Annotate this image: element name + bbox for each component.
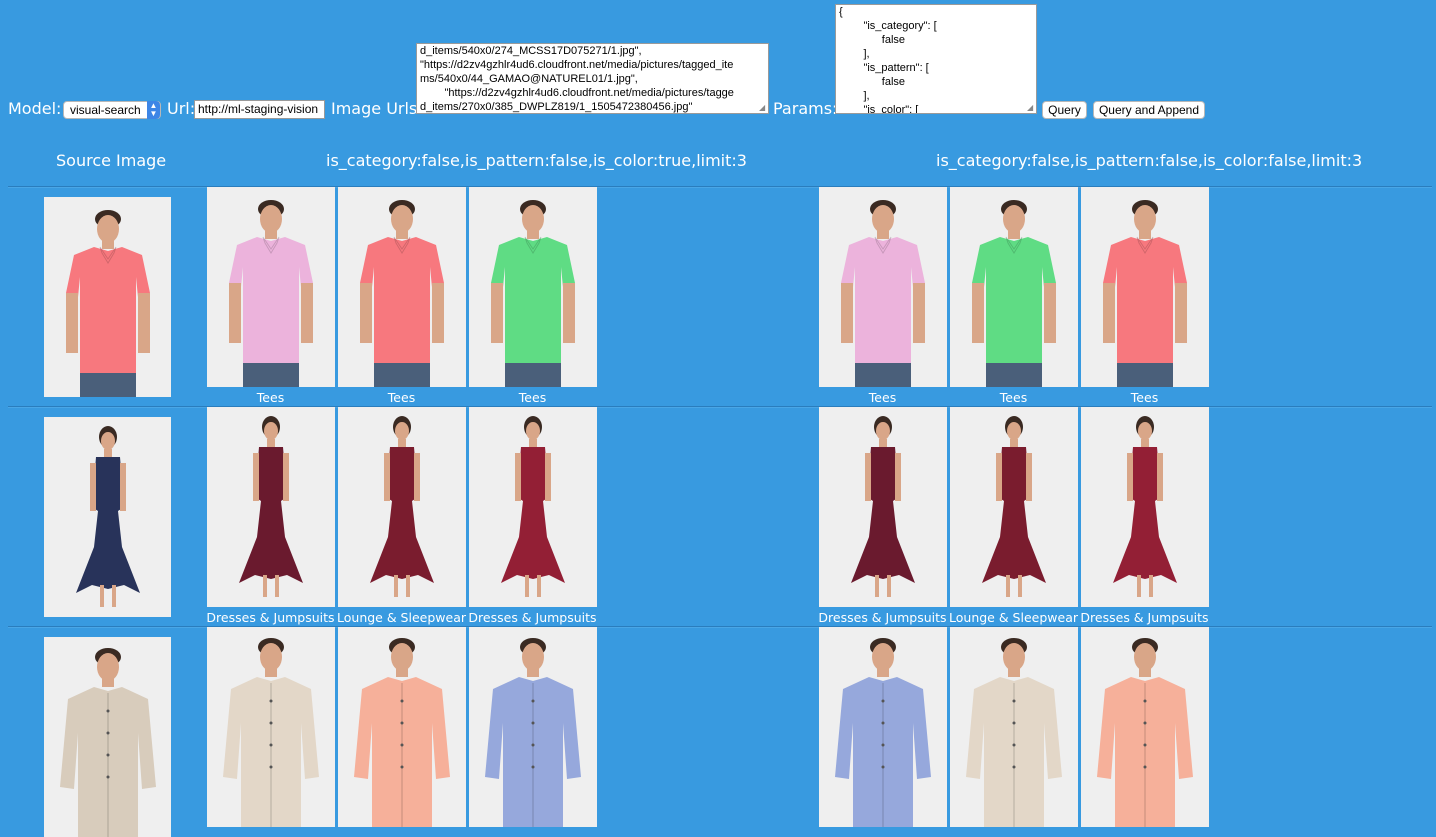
- result-category-label: Dresses & Jumpsuits: [818, 610, 947, 625]
- params-textarea[interactable]: { "is_category": [ false ], "is_pattern"…: [835, 4, 1037, 114]
- source-image: [44, 417, 171, 617]
- chevron-updown-icon: ▲ ▼: [147, 101, 160, 119]
- result-image[interactable]: [950, 627, 1078, 827]
- model-select[interactable]: visual-search ▲ ▼: [63, 101, 161, 119]
- source-image: [44, 197, 171, 397]
- result-category-label: Tees: [387, 390, 416, 405]
- source-image: [44, 637, 171, 837]
- result-image[interactable]: [207, 627, 335, 827]
- result-image[interactable]: [207, 407, 335, 607]
- image-urls-text: d_items/540x0/274_MCSS17D075271/1.jpg", …: [420, 45, 734, 113]
- result-image[interactable]: [950, 407, 1078, 607]
- params-text: { "is_category": [ false ], "is_pattern"…: [839, 6, 937, 114]
- result-image[interactable]: [819, 627, 947, 827]
- result-image[interactable]: [338, 627, 466, 827]
- result-image[interactable]: [1081, 627, 1209, 827]
- result-category-label: Dresses & Jumpsuits: [206, 610, 335, 625]
- column-1-header: is_category:false,is_pattern:false,is_co…: [326, 151, 747, 170]
- result-image[interactable]: [1081, 187, 1209, 387]
- result-image[interactable]: [207, 187, 335, 387]
- model-label: Model:: [8, 99, 62, 118]
- url-input[interactable]: http://ml-staging-vision: [194, 100, 325, 119]
- result-category-label: Tees: [256, 390, 285, 405]
- result-image[interactable]: [338, 407, 466, 607]
- params-label: Params:: [773, 99, 838, 118]
- resize-handle-icon[interactable]: ◢: [759, 104, 767, 112]
- result-category-label: Lounge & Sleepwear: [949, 610, 1078, 625]
- result-category-label: Dresses & Jumpsuits: [1080, 610, 1209, 625]
- result-category-label: Dresses & Jumpsuits: [468, 610, 597, 625]
- result-image[interactable]: [469, 187, 597, 387]
- result-category-label: Tees: [999, 390, 1028, 405]
- image-urls-label: Image Urls:: [331, 99, 423, 118]
- result-image[interactable]: [469, 407, 597, 607]
- result-image[interactable]: [469, 627, 597, 827]
- query-button[interactable]: Query: [1042, 101, 1087, 119]
- result-category-label: Tees: [518, 390, 547, 405]
- model-select-value: visual-search: [70, 103, 141, 117]
- url-label: Url:: [167, 99, 196, 118]
- result-category-label: Tees: [1130, 390, 1159, 405]
- image-urls-textarea[interactable]: d_items/540x0/274_MCSS17D075271/1.jpg", …: [416, 43, 769, 114]
- resize-handle-icon[interactable]: ◢: [1027, 104, 1035, 112]
- result-category-label: Lounge & Sleepwear: [337, 610, 466, 625]
- result-image[interactable]: [1081, 407, 1209, 607]
- result-image[interactable]: [338, 187, 466, 387]
- result-category-label: Tees: [868, 390, 897, 405]
- result-image[interactable]: [819, 407, 947, 607]
- result-image[interactable]: [819, 187, 947, 387]
- result-image[interactable]: [950, 187, 1078, 387]
- query-toolbar: Model: visual-search ▲ ▼ Url: http://ml-s…: [0, 0, 1436, 130]
- column-2-header: is_category:false,is_pattern:false,is_co…: [936, 151, 1363, 170]
- query-and-append-button[interactable]: Query and Append: [1093, 101, 1205, 119]
- source-image-header: Source Image: [56, 151, 167, 170]
